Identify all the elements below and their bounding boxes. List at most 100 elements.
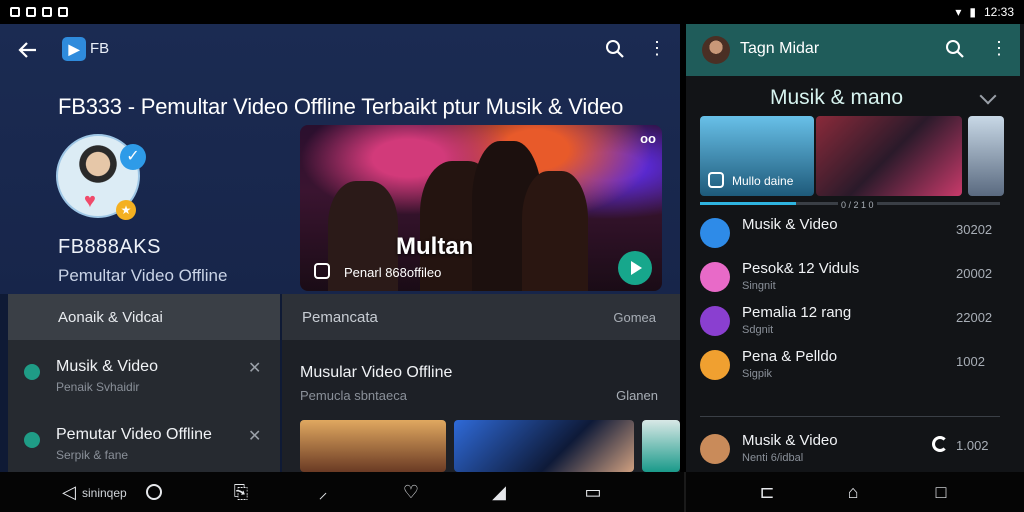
- list-item-title: Pemutar Video Offline: [56, 426, 212, 443]
- content-title: Musular Video Offline: [300, 364, 453, 381]
- battery-icon: ▮: [969, 5, 976, 19]
- main-pane: ▶ FB ⋮ FB333 - Pemultar Video Offline Te…: [0, 24, 680, 472]
- playlist-item-count: 1.002: [956, 438, 989, 453]
- section-title: Musik & mano: [770, 86, 904, 109]
- progress-fill: [700, 202, 796, 205]
- playlist-item-count: 22002: [956, 310, 993, 325]
- media-card[interactable]: [816, 116, 962, 196]
- playlist-item-subtitle: Sdgnit: [742, 324, 774, 336]
- playlist-item-title: Musik & Video: [742, 432, 838, 449]
- profile-name: FB888AKS: [58, 236, 161, 258]
- media-card[interactable]: [968, 116, 1004, 196]
- video-icon: [314, 263, 330, 279]
- video-thumbnail[interactable]: [642, 420, 680, 472]
- mute-icon[interactable]: ◢: [488, 482, 510, 502]
- recent-list-header: Aonaik & Vidcai: [8, 294, 280, 340]
- hero-title: Multan: [396, 233, 474, 260]
- navigation-bar: ◁ sininqep ⎘ ⸝ ♡ ◢ ▭ ⊏ ⌂ □: [0, 472, 1024, 512]
- page-title: FB333 - Pemultar Video Offline Terbaikt …: [58, 94, 624, 119]
- content-panel: Pemancata Gomea Musular Video Offline Pe…: [282, 294, 680, 472]
- nav-label: sininqep: [82, 486, 127, 500]
- playlist-item-subtitle: Nenti 6/idbal: [742, 452, 804, 464]
- playlist-item-title: Musik & Video: [742, 216, 838, 233]
- cursor-icon[interactable]: ⸝: [312, 482, 334, 502]
- status-bar: ▾ ▮ 12:33: [0, 0, 1024, 24]
- content-header-label: Pemancata: [302, 308, 378, 326]
- playlist-item[interactable]: Musik & Video 30202: [686, 212, 1020, 256]
- wifi-icon: ▾: [955, 5, 962, 19]
- playlist-item[interactable]: Pemalia 12 rang Sdgnit 22002: [686, 300, 1020, 344]
- music-icon: [24, 432, 40, 448]
- music-icon: [24, 364, 40, 380]
- content-header: Pemancata Gomea: [282, 294, 680, 340]
- playlist-icon: [700, 350, 730, 380]
- playlist-item-title: Pesok& 12 Viduls: [742, 260, 860, 277]
- content-link[interactable]: Glanen: [616, 388, 658, 403]
- playlist-item-count: 20002: [956, 266, 993, 281]
- verified-icon: ✓: [120, 144, 146, 170]
- playlist-icon: [700, 306, 730, 336]
- featured-video-card[interactable]: oo Multan Penarl 868offileo: [300, 125, 662, 291]
- playlist-item[interactable]: Pena & Pelldo Sigpik 1002: [686, 344, 1020, 388]
- playlist-icon: [700, 434, 730, 464]
- playlist-item-title: Pemalia 12 rang: [742, 304, 852, 321]
- app-short-name: FB: [90, 40, 110, 57]
- playlist-icon: [700, 218, 730, 248]
- video-thumbnail[interactable]: [454, 420, 634, 472]
- playlist-item[interactable]: Musik & Video Nenti 6/idbal 1.002: [686, 428, 1020, 472]
- chevron-down-icon[interactable]: [979, 87, 997, 105]
- playlist-item[interactable]: Pesok& 12 Viduls Singnit 20002: [686, 256, 1020, 300]
- content-header-action[interactable]: Gomea: [613, 310, 656, 325]
- content-subtitle: Pemucla sbntaeca: [300, 388, 407, 403]
- overview-icon[interactable]: □: [930, 482, 952, 502]
- user-avatar[interactable]: [702, 36, 730, 64]
- app-logo-icon: ▶: [62, 37, 86, 61]
- playlist-item-count: 30202: [956, 222, 993, 237]
- playlist-icon: [700, 262, 730, 292]
- hero-subtitle: Penarl 868offileo: [344, 265, 442, 280]
- notification-icon: [58, 7, 68, 17]
- star-icon: ★: [116, 200, 136, 220]
- playlist-item-title: Pena & Pelldo: [742, 348, 838, 365]
- playlist-item-subtitle: Singnit: [742, 280, 776, 292]
- close-icon[interactable]: ✕: [248, 426, 261, 446]
- home-icon[interactable]: [146, 484, 162, 500]
- loading-icon: [932, 436, 948, 452]
- profile-subtitle: Pemultar Video Offline: [58, 266, 228, 285]
- back-arrow-icon[interactable]: [16, 38, 42, 62]
- search-icon[interactable]: [604, 38, 626, 60]
- close-icon[interactable]: ✕: [248, 358, 261, 378]
- clock: 12:33: [983, 5, 1014, 19]
- heart-icon: ♥: [84, 190, 96, 212]
- notification-icon: [42, 7, 52, 17]
- recent-list-panel: Aonaik & Vidcai Musik & Video Penaik Svh…: [8, 294, 280, 472]
- square-icon[interactable]: ▭: [582, 482, 604, 502]
- notification-icons: [10, 7, 68, 17]
- search-icon[interactable]: [944, 38, 966, 60]
- video-icon: [708, 172, 724, 188]
- pane-separator: [684, 472, 686, 512]
- more-options-icon[interactable]: ⋮: [648, 38, 666, 60]
- playlist-item-subtitle: Sigpik: [742, 368, 772, 380]
- list-item-title: Musik & Video: [56, 358, 158, 375]
- list-item-subtitle: Penaik Svhaidir: [56, 380, 140, 394]
- play-button[interactable]: [618, 251, 652, 285]
- side-pane: Tagn Midar ⋮ Musik & mano Mullo daine 0 …: [686, 24, 1024, 472]
- heart-outline-icon[interactable]: ♡: [400, 482, 422, 502]
- notification-icon: [10, 7, 20, 17]
- recent-apps-icon[interactable]: ⊏: [756, 482, 778, 502]
- clipboard-icon[interactable]: ⎘: [230, 482, 252, 502]
- more-options-icon[interactable]: ⋮: [990, 38, 1008, 59]
- progress-text: 0 / 2 1 0: [838, 200, 877, 210]
- list-item-subtitle: Serpik & fane: [56, 448, 129, 462]
- list-item[interactable]: Musik & Video Penaik Svhaidir ✕: [8, 340, 280, 408]
- performer-figure: [522, 171, 588, 291]
- side-title: Tagn Midar: [740, 40, 820, 57]
- video-thumbnail[interactable]: [300, 420, 446, 472]
- list-item[interactable]: Pemutar Video Offline Serpik & fane ✕: [8, 408, 280, 472]
- system-status: ▾ ▮ 12:33: [955, 5, 1014, 19]
- home-icon[interactable]: ⌂: [842, 482, 864, 502]
- header-area: ▶ FB ⋮ FB333 - Pemultar Video Offline Te…: [0, 24, 680, 294]
- hero-corner-label: oo: [640, 131, 656, 146]
- back-icon[interactable]: ◁: [58, 482, 80, 502]
